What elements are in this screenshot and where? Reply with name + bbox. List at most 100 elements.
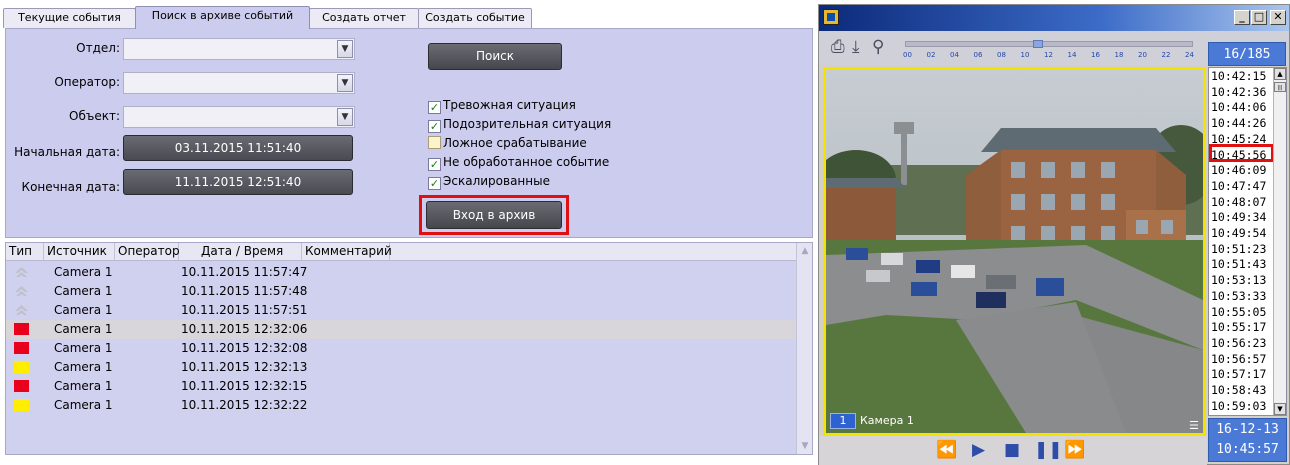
- pause-icon[interactable]: ❚❚: [1034, 442, 1063, 459]
- timestamp-item[interactable]: 10:55:05: [1211, 305, 1271, 319]
- timestamp-item[interactable]: 10:49:54: [1211, 227, 1271, 240]
- alarm-red-icon: [14, 342, 29, 354]
- table-scrollbar[interactable]: ▲ ▼: [796, 243, 812, 454]
- timeline-slider[interactable]: [905, 41, 1193, 47]
- start-date-field[interactable]: 03.11.2015 11:51:40: [123, 135, 353, 161]
- filter-suspicious[interactable]: ✓ Подозрительная ситуация: [428, 116, 611, 133]
- col-operator[interactable]: Оператор: [115, 243, 180, 261]
- checkbox-icon[interactable]: ✓: [428, 158, 441, 171]
- table-row[interactable]: Camera 1 10.11.2015 12:32:08: [6, 339, 796, 358]
- chevron-down-icon[interactable]: ▼: [337, 40, 353, 58]
- department-select[interactable]: ▼: [123, 38, 355, 60]
- col-comment[interactable]: Комментарий: [302, 243, 392, 261]
- timestamp-item[interactable]: 10:55:17: [1211, 321, 1271, 334]
- tab-create-event[interactable]: Создать событие: [418, 8, 532, 28]
- filter-false-alarm[interactable]: Ложное срабатывание: [428, 135, 587, 152]
- datetime-cell: 10.11.2015 12:32:22: [181, 398, 308, 412]
- datetime-cell: 10.11.2015 11:57:51: [181, 303, 308, 317]
- search-button[interactable]: Поиск: [428, 43, 562, 70]
- timestamp-item[interactable]: 10:49:34: [1211, 211, 1271, 224]
- timestamp-item[interactable]: 10:56:23: [1211, 336, 1271, 350]
- table-row[interactable]: Camera 1 10.11.2015 11:57:51: [6, 301, 796, 320]
- timestamp-item[interactable]: 10:47:47: [1211, 179, 1271, 193]
- scroll-up-icon[interactable]: ▲: [1274, 68, 1286, 80]
- timestamp-item[interactable]: 10:48:07: [1211, 195, 1271, 209]
- checkbox-icon[interactable]: ✓: [428, 120, 441, 133]
- chevron-down-icon[interactable]: ▼: [337, 74, 353, 92]
- car: [846, 248, 868, 260]
- datetime-cell: 10.11.2015 12:32:15: [181, 379, 308, 393]
- timestamp-item[interactable]: 10:56:57: [1211, 352, 1271, 366]
- enter-archive-button[interactable]: Вход в архив: [426, 201, 562, 229]
- timestamp-item[interactable]: 10:53:13: [1211, 274, 1271, 287]
- timestamp-item[interactable]: 10:51:23: [1211, 242, 1271, 256]
- download-icon[interactable]: ⤓: [852, 39, 860, 56]
- checkbox-icon[interactable]: ✓: [428, 101, 441, 114]
- table-row[interactable]: Camera 1 10.11.2015 11:57:48: [6, 282, 796, 301]
- camera-label: 1 Камера 1: [830, 413, 914, 429]
- play-icon[interactable]: ▶: [972, 442, 985, 459]
- timestamp-item[interactable]: 10:44:26: [1211, 117, 1271, 130]
- menu-icon[interactable]: ☰: [1189, 420, 1201, 431]
- table-row[interactable]: Camera 1 10.11.2015 12:32:15: [6, 377, 796, 396]
- chevron-down-icon[interactable]: ▼: [337, 108, 353, 126]
- rewind-icon[interactable]: ⏪: [936, 442, 957, 459]
- events-table: Тип Источник Оператор Дата / Время Комме…: [5, 242, 813, 455]
- car: [866, 270, 890, 282]
- search-icon[interactable]: ⚲: [872, 39, 884, 56]
- source-cell: Camera 1: [54, 360, 113, 374]
- tab-archive-search[interactable]: Поиск в архиве событий: [135, 6, 310, 29]
- table-row[interactable]: Camera 1 10.11.2015 11:57:47: [6, 263, 796, 282]
- datetime-cell: 10.11.2015 11:57:47: [181, 265, 308, 279]
- timeline-tick-label: 12: [1044, 51, 1053, 59]
- timestamp-item[interactable]: 10:59:03: [1211, 399, 1271, 413]
- timeline-thumb[interactable]: [1033, 40, 1043, 48]
- fast-forward-icon[interactable]: ⏩: [1064, 442, 1085, 459]
- checkbox-icon[interactable]: ✓: [428, 177, 441, 190]
- timestamp-item[interactable]: 10:51:43: [1211, 258, 1271, 271]
- object-select[interactable]: ▼: [123, 106, 355, 128]
- col-datetime[interactable]: Дата / Время: [179, 243, 302, 261]
- scroll-up-icon[interactable]: ▲: [798, 244, 812, 258]
- timeline-tick-label: 04: [950, 51, 959, 59]
- print-icon[interactable]: ⎙: [831, 39, 845, 56]
- timeline-tick-label: 00: [903, 51, 912, 59]
- timestamp-item[interactable]: 10:57:17: [1211, 368, 1271, 381]
- current-time: 10:45:57: [1216, 442, 1279, 457]
- table-row[interactable]: Camera 1 10.11.2015 12:32:06: [6, 320, 796, 339]
- tab-create-report[interactable]: Создать отчет: [309, 8, 419, 28]
- scroll-thumb[interactable]: |||: [1274, 82, 1286, 92]
- operator-select[interactable]: ▼: [123, 72, 355, 94]
- title-bar[interactable]: _ □ ✕: [819, 5, 1289, 31]
- timestamp-scrollbar[interactable]: ▲ ||| ▼: [1273, 68, 1286, 415]
- end-date-field[interactable]: 11.11.2015 12:51:40: [123, 169, 353, 195]
- maximize-icon[interactable]: □: [1251, 10, 1267, 25]
- timestamp-item[interactable]: 10:53:33: [1211, 289, 1271, 303]
- table-header: Тип Источник Оператор Дата / Время Комме…: [6, 243, 796, 261]
- table-row[interactable]: Camera 1 10.11.2015 12:32:13: [6, 358, 796, 377]
- filter-alarm[interactable]: ✓ Тревожная ситуация: [428, 97, 576, 114]
- car: [986, 275, 1016, 289]
- filter-unprocessed[interactable]: ✓ Не обработанное событие: [428, 154, 609, 171]
- timestamp-item[interactable]: 10:42:15: [1211, 70, 1271, 83]
- filter-escalated[interactable]: ✓ Эскалированные: [428, 173, 550, 190]
- timestamp-item[interactable]: 10:42:36: [1211, 85, 1271, 99]
- timestamp-item[interactable]: 10:46:09: [1211, 164, 1271, 177]
- timestamp-item[interactable]: 10:44:06: [1211, 101, 1271, 114]
- minimize-icon[interactable]: _: [1234, 10, 1250, 25]
- checkbox-icon[interactable]: [428, 136, 441, 149]
- source-cell: Camera 1: [54, 379, 113, 393]
- timestamp-item[interactable]: 10:58:43: [1211, 384, 1271, 397]
- scroll-down-icon[interactable]: ▼: [798, 439, 812, 453]
- car: [911, 282, 937, 296]
- timeline-tick-label: 16: [1091, 51, 1100, 59]
- col-source[interactable]: Источник: [44, 243, 115, 261]
- table-row[interactable]: Camera 1 10.11.2015 12:32:22: [6, 396, 796, 415]
- alarm-red-icon: [14, 323, 29, 335]
- scroll-down-icon[interactable]: ▼: [1274, 403, 1286, 415]
- close-icon[interactable]: ✕: [1270, 10, 1286, 25]
- stop-icon[interactable]: ■: [1004, 442, 1020, 459]
- col-type[interactable]: Тип: [6, 243, 44, 261]
- camera-video[interactable]: 1 Камера 1 ☰: [823, 67, 1206, 436]
- tab-current-events[interactable]: Текущие события: [3, 8, 136, 28]
